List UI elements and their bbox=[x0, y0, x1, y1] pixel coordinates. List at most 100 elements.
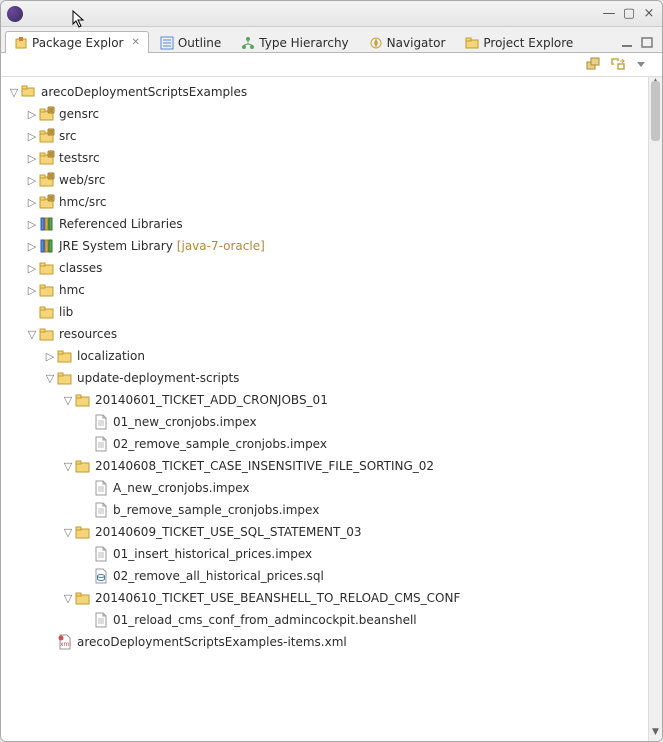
tree-node[interactable]: ▷ classes bbox=[1, 257, 648, 279]
xml-icon: xml bbox=[57, 634, 73, 650]
tree-node[interactable]: ▷hmc/src bbox=[1, 191, 648, 213]
expand-toggle-icon[interactable]: ▷ bbox=[25, 173, 39, 187]
tree-node[interactable]: ▽ resources bbox=[1, 323, 648, 345]
expand-toggle-icon[interactable]: ▷ bbox=[25, 195, 39, 209]
tree-node[interactable]: 02_remove_all_historical_prices.sql bbox=[1, 565, 648, 587]
tree-node[interactable]: ▽20140610_TICKET_USE_BEANSHELL_TO_RELOAD… bbox=[1, 587, 648, 609]
vertical-scrollbar[interactable]: ▲ ▼ bbox=[648, 77, 662, 741]
folder-icon bbox=[39, 282, 55, 298]
svg-text:xml: xml bbox=[60, 641, 71, 648]
tree-node-label: 01_reload_cms_conf_from_admincockpit.bea… bbox=[113, 613, 417, 627]
view-toolbar bbox=[1, 53, 662, 77]
folder-icon bbox=[75, 392, 91, 408]
tree-node[interactable]: ▽ 20140608_TICKET_CASE_INSENSITIVE_FILE_S… bbox=[1, 455, 648, 477]
tree-node[interactable]: 02_remove_sample_cronjobs.impex bbox=[1, 433, 648, 455]
tree-node[interactable]: b_remove_sample_cronjobs.impex bbox=[1, 499, 648, 521]
folder-icon bbox=[75, 458, 91, 474]
view-tabstrip: Package Explor ✕ Outline Type Hierarchy Navi… bbox=[1, 27, 662, 53]
tree-node[interactable]: ▷ src bbox=[1, 125, 648, 147]
tree-node[interactable]: ▷localization bbox=[1, 345, 648, 367]
tree-node[interactable]: ▷JRE System Library[java-7-oracle] bbox=[1, 235, 648, 257]
tab-close-icon[interactable]: ✕ bbox=[131, 37, 139, 48]
link-editor-button[interactable] bbox=[610, 57, 628, 73]
tree-node[interactable]: 01_insert_historical_prices.impex bbox=[1, 543, 648, 565]
tree-node[interactable]: ▷testsrc bbox=[1, 147, 648, 169]
library-icon bbox=[39, 216, 55, 232]
expand-toggle-icon[interactable]: ▷ bbox=[25, 261, 39, 275]
tab-label: Project Explore bbox=[483, 36, 573, 50]
tree-node-label: gensrc bbox=[59, 107, 99, 121]
tree-node-label: lib bbox=[59, 305, 73, 319]
tree-node-suffix: [java-7-oracle] bbox=[177, 239, 265, 253]
tree-node-label: update-deployment-scripts bbox=[77, 371, 239, 385]
expand-toggle-icon[interactable]: ▽ bbox=[61, 525, 75, 539]
minimize-button[interactable]: — bbox=[602, 7, 616, 21]
tree-node[interactable]: ▷ gensrc bbox=[1, 103, 648, 125]
sql-icon bbox=[93, 568, 109, 584]
tree-node-label: 02_remove_sample_cronjobs.impex bbox=[113, 437, 327, 451]
tab-navigator[interactable]: Navigator bbox=[360, 31, 455, 53]
expand-toggle-icon[interactable]: ▷ bbox=[25, 217, 39, 231]
outline-icon bbox=[160, 36, 174, 50]
srcfolder-icon bbox=[39, 106, 55, 122]
tree-node[interactable]: ▷ Referenced Libraries bbox=[1, 213, 648, 235]
tree-node-label: 01_new_cronjobs.impex bbox=[113, 415, 257, 429]
tree-node[interactable]: ▽arecoDeploymentScriptsExamples bbox=[1, 81, 648, 103]
tree-node[interactable]: lib bbox=[1, 301, 648, 323]
tree-node[interactable]: ▷hmc bbox=[1, 279, 648, 301]
tree-node-label: 20140608_TICKET_CASE_INSENSITIVE_FILE_SO… bbox=[95, 459, 434, 473]
tree-node[interactable]: A_new_cronjobs.impex bbox=[1, 477, 648, 499]
maximize-button[interactable]: ▢ bbox=[622, 7, 636, 21]
expand-toggle-icon[interactable]: ▷ bbox=[25, 283, 39, 297]
tree-node[interactable]: 01_reload_cms_conf_from_admincockpit.bea… bbox=[1, 609, 648, 631]
collapse-all-button[interactable] bbox=[586, 57, 604, 73]
hierarchy-icon bbox=[241, 36, 255, 50]
expand-toggle-icon[interactable]: ▷ bbox=[25, 107, 39, 121]
navigator-icon bbox=[369, 36, 383, 50]
tab-label: Package Explor bbox=[32, 36, 123, 50]
expand-toggle-icon[interactable]: ▽ bbox=[25, 327, 39, 341]
scroll-thumb[interactable] bbox=[651, 81, 660, 141]
eclipse-window: — ▢ × Package Explor ✕ Outline Type Hierarc… bbox=[0, 0, 663, 742]
tree[interactable]: ▽arecoDeploymentScriptsExamples ▷ gensrc ▷ s… bbox=[1, 77, 648, 741]
expand-toggle-icon[interactable]: ▽ bbox=[43, 371, 57, 385]
scroll-down-arrow[interactable]: ▼ bbox=[649, 727, 662, 741]
close-button[interactable]: × bbox=[642, 7, 656, 21]
view-minimize-button[interactable] bbox=[620, 36, 638, 52]
expand-toggle-icon[interactable]: ▷ bbox=[43, 349, 57, 363]
expand-toggle-icon[interactable]: ▷ bbox=[25, 239, 39, 253]
tree-node[interactable]: ▽ update-deployment-scripts bbox=[1, 367, 648, 389]
titlebar[interactable]: — ▢ × bbox=[1, 1, 662, 27]
tab-outline[interactable]: Outline bbox=[151, 31, 230, 53]
project-icon bbox=[21, 84, 37, 100]
srcfolder-icon bbox=[39, 172, 55, 188]
view-menu-button[interactable] bbox=[634, 57, 652, 73]
expand-toggle-icon[interactable]: ▽ bbox=[61, 591, 75, 605]
tree-node[interactable]: ▷web/src bbox=[1, 169, 648, 191]
tab-type-hierarchy[interactable]: Type Hierarchy bbox=[232, 31, 357, 53]
expand-toggle-icon[interactable]: ▷ bbox=[25, 151, 39, 165]
tree-node-label: classes bbox=[59, 261, 102, 275]
tab-package-explor[interactable]: Package Explor ✕ bbox=[5, 31, 149, 53]
tree-node[interactable]: ▽20140609_TICKET_USE_SQL_STATEMENT_03 bbox=[1, 521, 648, 543]
expand-toggle-icon[interactable]: ▽ bbox=[61, 393, 75, 407]
view-maximize-button[interactable] bbox=[640, 36, 658, 52]
tab-project-explore[interactable]: Project Explore bbox=[456, 31, 582, 53]
pkg-icon bbox=[14, 36, 28, 50]
tree-node-label: 02_remove_all_historical_prices.sql bbox=[113, 569, 324, 583]
expand-toggle-icon[interactable]: ▽ bbox=[61, 459, 75, 473]
library-icon bbox=[39, 238, 55, 254]
file-icon bbox=[93, 502, 109, 518]
tree-node-label: src bbox=[59, 129, 77, 143]
tree-node[interactable]: xmlarecoDeploymentScriptsExamples-items.… bbox=[1, 631, 648, 653]
expand-toggle-icon[interactable]: ▽ bbox=[7, 85, 21, 99]
folder-icon bbox=[39, 326, 55, 342]
tree-node[interactable]: 01_new_cronjobs.impex bbox=[1, 411, 648, 433]
expand-toggle-icon[interactable]: ▷ bbox=[25, 129, 39, 143]
tab-label: Type Hierarchy bbox=[259, 36, 348, 50]
folder-icon bbox=[75, 524, 91, 540]
tree-node[interactable]: ▽20140601_TICKET_ADD_CRONJOBS_01 bbox=[1, 389, 648, 411]
file-icon bbox=[93, 612, 109, 628]
tree-node-label: resources bbox=[59, 327, 117, 341]
tree-node-label: Referenced Libraries bbox=[59, 217, 183, 231]
